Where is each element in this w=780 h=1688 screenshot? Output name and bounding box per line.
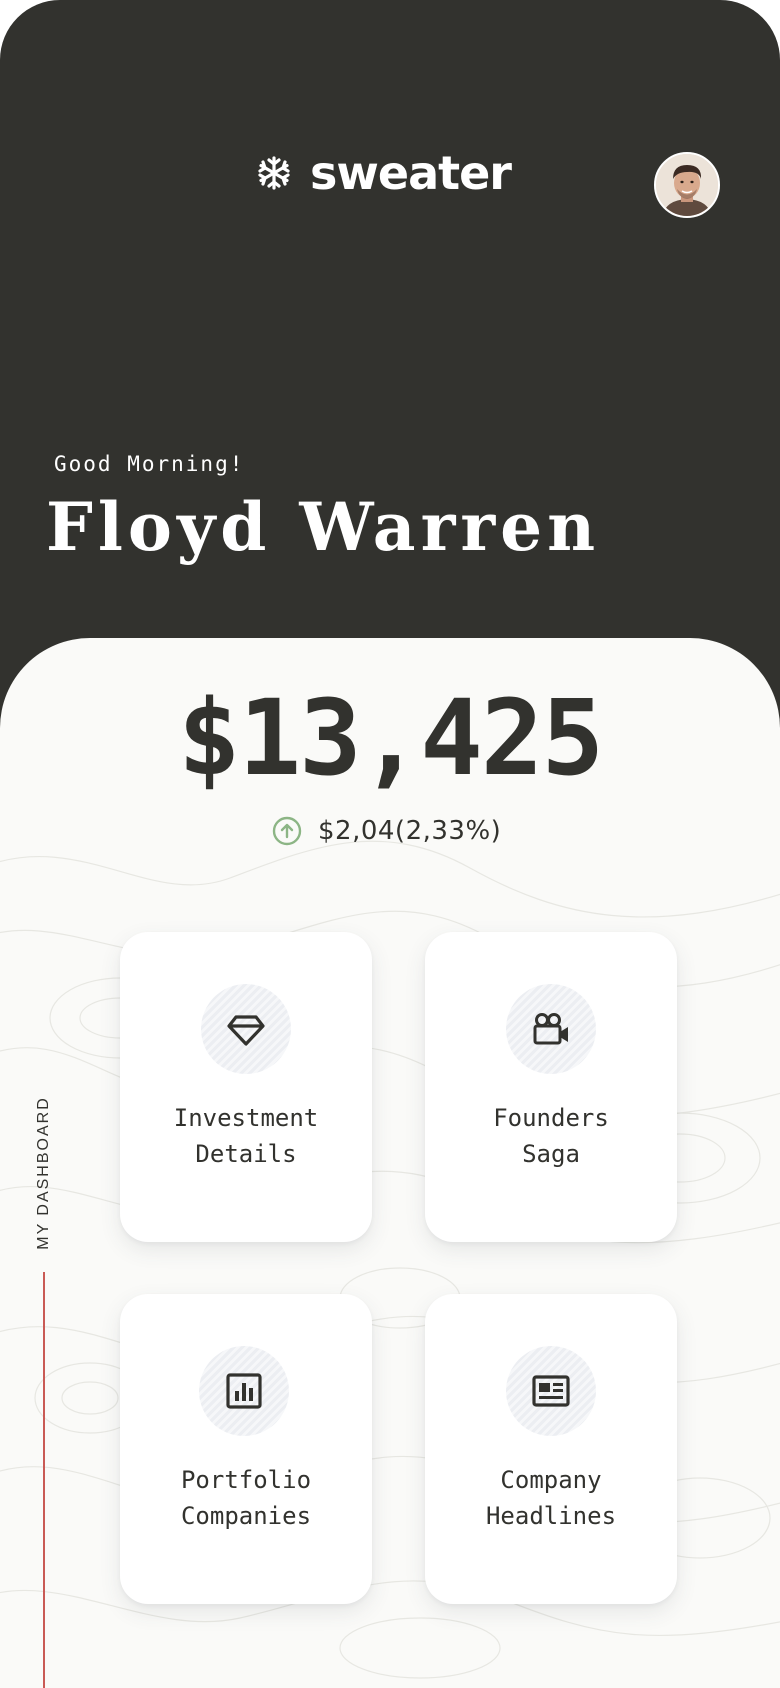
card-icon-badge [506, 984, 596, 1074]
avatar-portrait [656, 154, 718, 216]
card-label: Company Headlines [485, 1466, 617, 1530]
card-label: Founders Saga [493, 1104, 609, 1168]
balance-change-text: $2,04(2,33%) [318, 816, 502, 846]
portfolio-companies-card[interactable]: Portfolio Companies [120, 1294, 372, 1604]
section-divider-line [43, 1272, 45, 1688]
bar-chart-icon [226, 1373, 262, 1409]
card-icon-badge [506, 1346, 596, 1436]
user-avatar[interactable] [654, 152, 720, 218]
section-label-text: MY DASHBOARD [35, 1096, 52, 1250]
brand-name: sweater [310, 146, 512, 200]
balance-change: $2,04(2,33%) [272, 816, 501, 846]
user-name: Floyd Warren [46, 488, 601, 566]
card-icon-badge [201, 984, 291, 1074]
snowflake-icon [258, 156, 290, 190]
founders-saga-card[interactable]: Founders Saga [425, 932, 677, 1242]
newspaper-icon [532, 1375, 570, 1407]
arrow-up-circle-icon [272, 816, 302, 846]
app-screen: sweater Good Morning! Floyd Warren $13,4… [0, 0, 780, 1688]
diamond-icon [227, 1015, 265, 1046]
portfolio-balance: $13,425 [177, 677, 604, 799]
video-camera-icon [533, 1013, 568, 1045]
company-headlines-card[interactable]: Company Headlines [425, 1294, 677, 1604]
section-label: MY DASHBOARD [32, 1088, 56, 1258]
card-icon-badge [199, 1346, 289, 1436]
greeting-text: Good Morning! [54, 452, 245, 476]
card-label: Investment Details [173, 1104, 319, 1168]
card-label: Portfolio Companies [180, 1466, 312, 1530]
brand: sweater [256, 146, 512, 200]
investment-details-card[interactable]: Investment Details [120, 932, 372, 1242]
